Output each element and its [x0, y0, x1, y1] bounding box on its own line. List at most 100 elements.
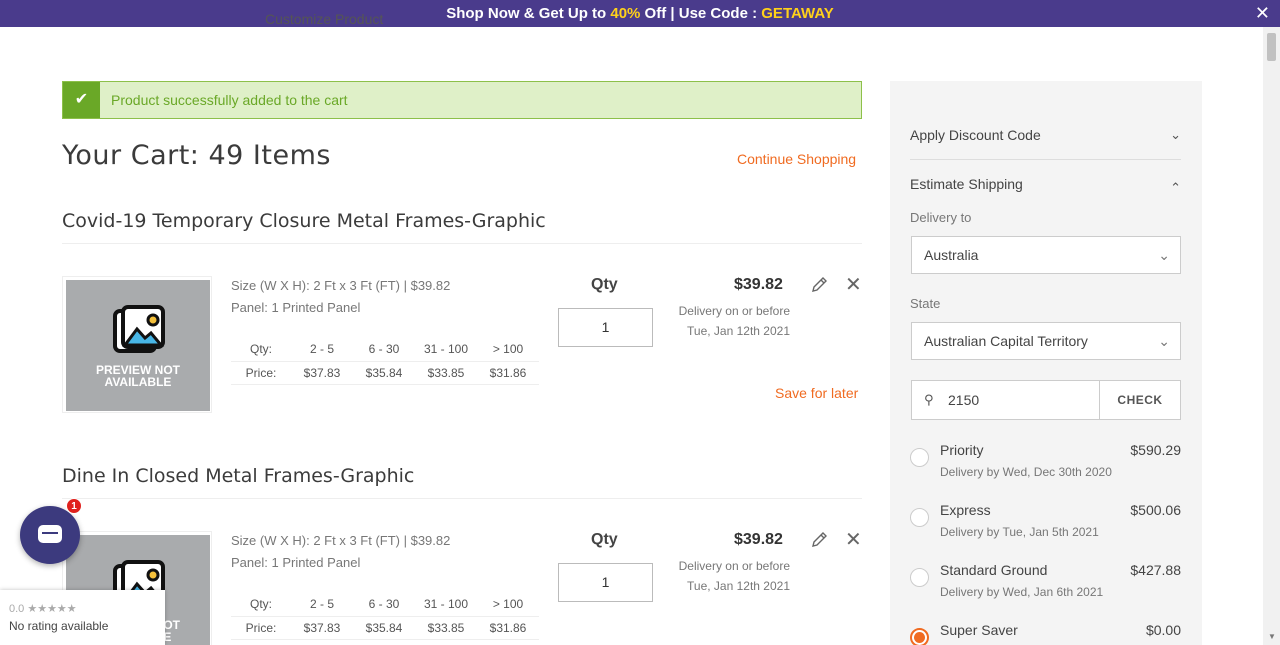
delivery-to-label: Delivery to [910, 210, 972, 225]
item-price: $39.82 [734, 531, 783, 548]
preview-not-available-label: PREVIEW NOT AVAILABLE [95, 363, 180, 389]
delivery-estimate: Delivery on or before Tue, Jan 12th 2021 [652, 556, 790, 596]
scroll-thumb[interactable] [1267, 33, 1276, 61]
state-select[interactable]: Australian Capital Territory ⌄ [911, 322, 1181, 360]
promo-code: GETAWAY [761, 5, 834, 22]
check-button[interactable]: CHECK [1099, 380, 1181, 420]
item-name[interactable]: Dine In Closed Metal Frames-Graphic [62, 465, 414, 487]
alert-message: Product successfully added to the cart [111, 92, 348, 108]
tier-qty: 31 - 100 [415, 593, 477, 617]
country-select[interactable]: Australia ⌄ [911, 236, 1181, 274]
delivery-estimate: Delivery on or before Tue, Jan 12th 2021 [652, 301, 790, 341]
success-alert: ✔ Product successfully added to the cart [62, 81, 862, 119]
tier-price: $31.86 [477, 616, 539, 640]
option-price: $500.06 [1130, 502, 1181, 518]
page-scrollbar[interactable]: ▲ ▼ [1263, 27, 1280, 645]
qty-label: Qty [591, 276, 618, 293]
item-size: Size (W X H): 2 Ft x 3 Ft (FT) | $39.82 [231, 533, 451, 548]
item-thumbnail[interactable]: PREVIEW NOT AVAILABLE [62, 276, 212, 413]
option-price: $0.00 [1145, 622, 1181, 638]
delivery-date: Tue, Jan 12th 2021 [687, 324, 790, 338]
order-summary-sidebar: Apply Discount Code ⌄ Estimate Shipping … [890, 81, 1202, 645]
state-label: State [910, 296, 941, 311]
option-date: Delivery by Wed, Jan 6th 2021 [940, 585, 1104, 599]
rating-text: No rating available [9, 619, 109, 633]
divider [910, 159, 1181, 160]
item-panel: Panel: 1 Printed Panel [231, 300, 361, 315]
tier-qty: 2 - 5 [291, 338, 353, 362]
item-size: Size (W X H): 2 Ft x 3 Ft (FT) | $39.82 [231, 278, 451, 293]
price-tier-table: Qty: 2 - 5 6 - 30 31 - 100 > 100 Price: … [231, 338, 539, 385]
option-price: $590.29 [1130, 442, 1181, 458]
tier-qty: > 100 [477, 593, 539, 617]
price-tier-table: Qty: 2 - 5 6 - 30 31 - 100 > 100 Price: … [231, 593, 539, 640]
radio-button[interactable] [910, 508, 929, 527]
option-name: Express [940, 502, 991, 518]
chat-widget-button[interactable]: 1 [20, 498, 82, 564]
continue-shopping-link[interactable]: Continue Shopping [737, 151, 856, 167]
tier-price: $35.84 [353, 361, 415, 385]
radio-button[interactable] [910, 568, 929, 587]
option-name: Standard Ground [940, 562, 1048, 578]
divider [62, 243, 862, 244]
radio-button[interactable] [910, 448, 929, 467]
option-name: Priority [940, 442, 984, 458]
country-value: Australia [924, 247, 979, 263]
quantity-input[interactable]: 1 [558, 308, 653, 347]
tier-price: $37.83 [291, 361, 353, 385]
promo-banner: Shop Now & Get Up to 40% Off | Use Code … [0, 0, 1280, 27]
tier-price: $37.83 [291, 616, 353, 640]
rating-widget[interactable]: 0.0 ★★★★★ No rating available [0, 590, 165, 645]
chevron-up-icon: ⌃ [1170, 180, 1181, 195]
tier-qty: 31 - 100 [415, 338, 477, 362]
tier-qty: 6 - 30 [353, 593, 415, 617]
tier-price: $33.85 [415, 361, 477, 385]
item-panel: Panel: 1 Printed Panel [231, 555, 361, 570]
checkmark-icon: ✔ [63, 82, 100, 118]
zip-value: 2150 [948, 392, 980, 408]
option-date: Delivery by Tue, Jan 5th 2021 [940, 525, 1099, 539]
close-icon[interactable]: ✕ [845, 272, 862, 297]
close-icon[interactable]: ✕ [845, 527, 862, 552]
item-price: $39.82 [734, 276, 783, 293]
option-price: $427.88 [1130, 562, 1181, 578]
chat-icon [38, 525, 62, 543]
promo-text: Shop Now & Get Up to [446, 5, 611, 22]
tier-price-label: Price: [231, 361, 291, 385]
shipping-label: Estimate Shipping [910, 176, 1023, 192]
breadcrumb[interactable]: Customize Product [265, 14, 383, 27]
delivery-line: Delivery on or before [678, 559, 790, 573]
tier-qty: 6 - 30 [353, 338, 415, 362]
chevron-down-icon: ⌄ [1158, 333, 1170, 349]
option-date: Delivery by Wed, Dec 30th 2020 [940, 465, 1112, 479]
tier-qty: 2 - 5 [291, 593, 353, 617]
discount-accordion[interactable]: Apply Discount Code ⌄ [910, 127, 1181, 143]
page-title: Your Cart: 49 Items [62, 140, 331, 171]
pencil-icon[interactable] [810, 531, 828, 549]
save-for-later-link[interactable]: Save for later [775, 385, 858, 401]
delivery-line: Delivery on or before [678, 304, 790, 318]
zip-input[interactable]: ⚲ 2150 [911, 380, 1100, 420]
tier-price: $31.86 [477, 361, 539, 385]
option-name: Super Saver [940, 622, 1018, 638]
tier-qty-label: Qty: [231, 338, 291, 362]
discount-label: Apply Discount Code [910, 127, 1041, 143]
tier-price: $35.84 [353, 616, 415, 640]
scroll-down-icon[interactable]: ▼ [1268, 632, 1276, 641]
radio-button-selected[interactable] [910, 628, 929, 645]
quantity-input[interactable]: 1 [558, 563, 653, 602]
promo-percent: 40% [610, 5, 641, 22]
state-value: Australian Capital Territory [924, 333, 1088, 349]
tier-price: $33.85 [415, 616, 477, 640]
tier-price-label: Price: [231, 616, 291, 640]
shipping-accordion[interactable]: Estimate Shipping ⌃ [910, 176, 1181, 195]
close-icon[interactable]: ✕ [1255, 0, 1270, 27]
tier-qty-label: Qty: [231, 593, 291, 617]
star-rating: 0.0 ★★★★★ [9, 603, 77, 615]
promo-text-mid: Off | Use Code : [640, 5, 762, 22]
pencil-icon[interactable] [810, 276, 828, 294]
divider [62, 498, 862, 499]
item-name[interactable]: Covid-19 Temporary Closure Metal Frames-… [62, 210, 546, 232]
chevron-down-icon: ⌄ [1158, 247, 1170, 263]
delivery-date: Tue, Jan 12th 2021 [687, 579, 790, 593]
